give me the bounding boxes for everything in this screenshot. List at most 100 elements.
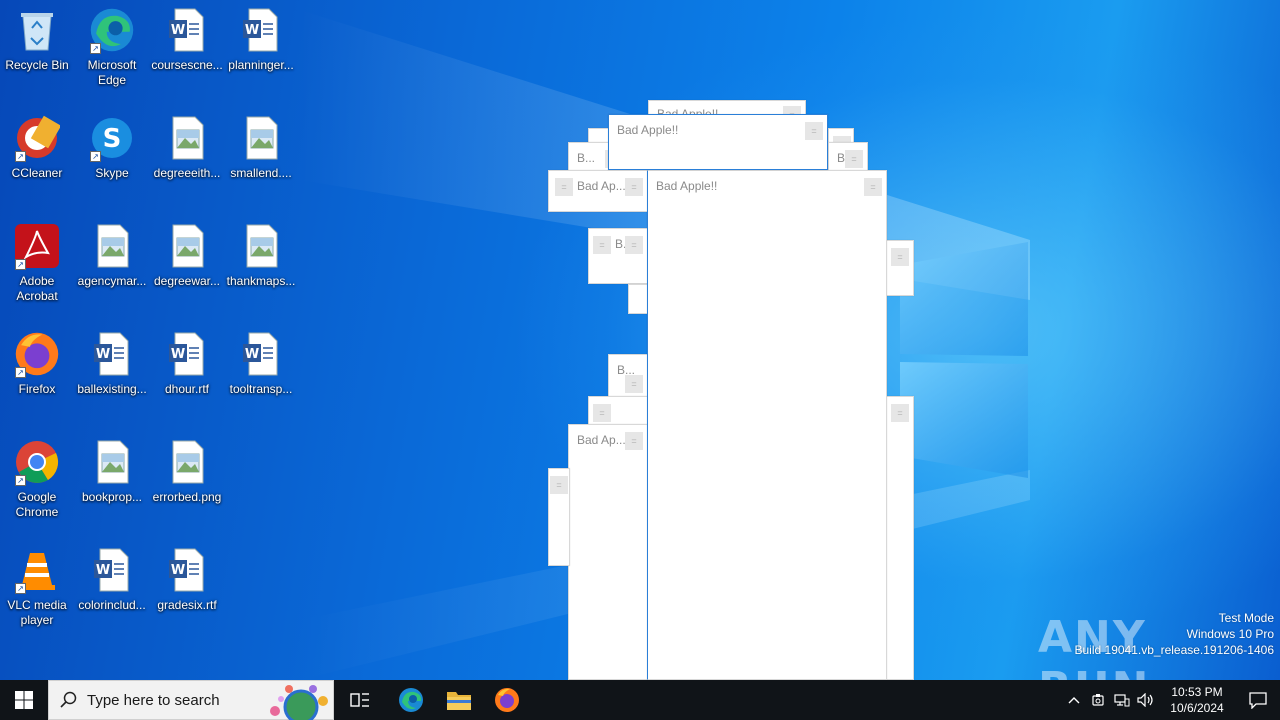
desktop-icon-chrome[interactable]: ↗ Google Chrome: [0, 438, 74, 520]
desktop-icon-edge[interactable]: ↗ Microsoft Edge: [75, 6, 149, 88]
desktop-icon-label: Firefox: [18, 382, 56, 396]
task-view-icon: [350, 693, 369, 707]
search-icon: [60, 691, 77, 708]
desktop-icon-image[interactable]: degreeeith...: [150, 114, 224, 181]
desktop-icon-word[interactable]: Wcoursescne...: [150, 6, 224, 73]
desktop-icon-image[interactable]: bookprop...: [75, 438, 149, 505]
desktop-icon-firefox[interactable]: ↗ Firefox: [0, 330, 74, 397]
close-button[interactable]: =: [593, 404, 611, 422]
bad-apple-window-left-1[interactable]: Bad Ap... = =: [548, 170, 648, 212]
bad-apple-window-left-6[interactable]: Bad Ap... =: [568, 424, 648, 680]
bad-apple-window-main[interactable]: Bad Apple!! =: [647, 170, 887, 680]
edge-icon: ↗: [88, 6, 136, 54]
image-icon: [88, 438, 136, 486]
desktop-icon-image[interactable]: thankmaps...: [224, 222, 298, 289]
desktop-icon-label: Microsoft Edge: [87, 58, 137, 87]
desktop-icon-label: errorbed.png: [152, 490, 222, 504]
firefox-icon: [495, 688, 519, 712]
volume-button[interactable]: [1134, 680, 1158, 720]
taskbar-search-box[interactable]: Type here to search: [48, 680, 334, 720]
skype-icon: S ↗: [88, 114, 136, 162]
close-button[interactable]: =: [805, 122, 823, 140]
bad-apple-window-small-4[interactable]: B... =: [828, 142, 868, 172]
desktop-icon-label: agencymar...: [77, 274, 147, 288]
desktop-icon-label: ballexisting...: [77, 382, 147, 396]
close-button[interactable]: =: [625, 432, 643, 450]
desktop-icon-label: smallend....: [230, 166, 292, 180]
taskbar-firefox-button[interactable]: [483, 680, 531, 720]
chevron-up-icon: [1068, 697, 1080, 704]
bad-apple-window-left-4[interactable]: B... =: [608, 354, 648, 400]
close-button[interactable]: =: [891, 248, 909, 266]
desktop-icon-word[interactable]: Wgradesix.rtf: [150, 546, 224, 613]
close-button[interactable]: =: [845, 150, 863, 168]
close-button[interactable]: =: [550, 476, 568, 494]
shortcut-arrow-icon: ↗: [15, 151, 26, 162]
bad-apple-window-top[interactable]: Bad Apple!! =: [608, 114, 828, 170]
clock-time: 10:53 PM: [1171, 685, 1223, 699]
desktop-icon-word[interactable]: Wtooltransp...: [224, 330, 298, 397]
desktop-icon-recycle[interactable]: Recycle Bin: [0, 6, 74, 73]
close-button[interactable]: =: [891, 404, 909, 422]
desktop-icon-label: degreewar...: [153, 274, 221, 288]
desktop-icon-word[interactable]: Wballexisting...: [75, 330, 149, 397]
close-button[interactable]: =: [625, 236, 643, 254]
desktop-icon-word[interactable]: Wdhour.rtf: [150, 330, 224, 397]
desktop-icon-image[interactable]: degreewar...: [150, 222, 224, 289]
desktop-icon-word[interactable]: Wplanninger...: [224, 6, 298, 73]
close-button[interactable]: =: [555, 178, 573, 196]
close-button[interactable]: =: [625, 178, 643, 196]
show-hidden-icons-button[interactable]: [1062, 680, 1086, 720]
desktop-icon-vlc[interactable]: ↗ VLC media player: [0, 546, 74, 628]
image-icon: [237, 222, 285, 270]
taskbar-edge-button[interactable]: [387, 680, 435, 720]
network-button[interactable]: [1110, 680, 1134, 720]
shortcut-arrow-icon: ↗: [15, 367, 26, 378]
bad-apple-window-left-5[interactable]: =: [588, 396, 648, 426]
desktop-icon-label: tooltransp...: [229, 382, 293, 396]
desktop-icon-skype[interactable]: S ↗ Skype: [75, 114, 149, 181]
svg-text:W: W: [171, 563, 185, 578]
shortcut-arrow-icon: ↗: [15, 259, 26, 270]
taskbar-file-explorer-button[interactable]: [435, 680, 483, 720]
desktop-icon-acrobat[interactable]: ↗ Adobe Acrobat: [0, 222, 74, 304]
desktop-icon-label: Adobe Acrobat: [16, 274, 58, 303]
tray-app-button[interactable]: [1086, 680, 1110, 720]
desktop-icon-label: degreeeith...: [153, 166, 221, 180]
window-title: Bad Apple!!: [617, 123, 679, 137]
desktop-icon-word[interactable]: Wcolorinclud...: [75, 546, 149, 613]
window-title: Bad Ap...: [577, 433, 626, 447]
clock-date: 10/6/2024: [1170, 701, 1224, 715]
task-view-button[interactable]: [336, 680, 384, 720]
bad-apple-window-left-3[interactable]: [628, 284, 648, 314]
desktop-icon-label: Google Chrome: [15, 490, 59, 519]
network-icon: [1114, 694, 1130, 707]
desktop-icon-ccleaner[interactable]: ↗ CCleaner: [0, 114, 74, 181]
close-button[interactable]: =: [593, 236, 611, 254]
desktop-icon-label: dhour.rtf: [164, 382, 210, 396]
bad-apple-window-left-7[interactable]: =: [548, 468, 570, 566]
word-icon: W: [163, 6, 211, 54]
close-button[interactable]: =: [625, 375, 643, 393]
action-center-button[interactable]: [1236, 680, 1280, 720]
svg-text:W: W: [245, 23, 259, 38]
taskbar-clock[interactable]: 10:53 PM 10/6/2024: [1158, 684, 1236, 716]
firefox-icon: ↗: [13, 330, 61, 378]
recycle-icon: [13, 6, 61, 54]
shortcut-arrow-icon: ↗: [90, 43, 101, 54]
close-button[interactable]: =: [864, 178, 882, 196]
bad-apple-window-right-1[interactable]: =: [886, 240, 914, 296]
os-watermark: Test Mode Windows 10 Pro Build 19041.vb_…: [1075, 610, 1275, 658]
desktop-icon-image[interactable]: errorbed.png: [150, 438, 224, 505]
svg-text:S: S: [103, 124, 122, 154]
word-icon: W: [163, 546, 211, 594]
start-button[interactable]: [0, 680, 48, 720]
svg-text:W: W: [171, 347, 185, 362]
shortcut-arrow-icon: ↗: [90, 151, 101, 162]
word-icon: W: [237, 6, 285, 54]
bad-apple-window-right-2[interactable]: =: [886, 396, 914, 680]
desktop-icon-image[interactable]: agencymar...: [75, 222, 149, 289]
desktop-icon-label: VLC media player: [7, 598, 67, 627]
bad-apple-window-left-2[interactable]: B... = =: [588, 228, 648, 284]
desktop-icon-image[interactable]: smallend....: [224, 114, 298, 181]
